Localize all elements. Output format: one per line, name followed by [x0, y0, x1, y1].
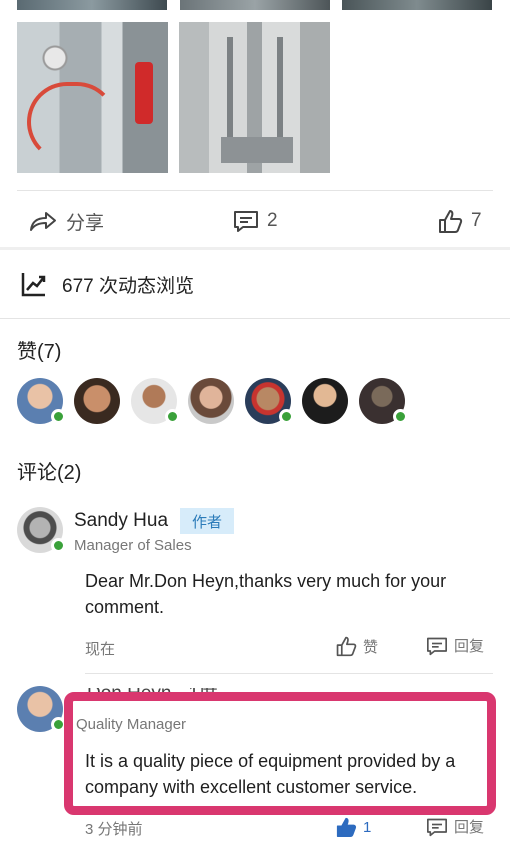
comment-reply-button[interactable]: 回复	[426, 816, 484, 837]
comment-like-button[interactable]: 赞	[335, 635, 378, 657]
author-badge: 作者	[180, 508, 234, 534]
comments-header: 评论(2)	[17, 462, 82, 484]
online-indicator	[393, 409, 408, 424]
like-count: 7	[471, 210, 482, 231]
machine-base	[221, 137, 293, 163]
comment-text: Dear Mr.Don Heyn,thanks very much for yo…	[85, 568, 446, 620]
likes-header: 赞(7)	[17, 341, 62, 363]
avatar[interactable]	[188, 378, 234, 424]
online-indicator	[279, 409, 294, 424]
comment-button[interactable]: 2	[233, 206, 278, 236]
highlight-box	[64, 692, 496, 815]
section-divider	[0, 247, 510, 250]
share-label: 分享	[66, 212, 105, 234]
divider	[85, 673, 493, 674]
comment-reply-label: 回复	[454, 638, 485, 655]
machine-rod-right	[277, 37, 283, 142]
machine-rod-left	[227, 37, 233, 142]
online-indicator	[51, 538, 66, 553]
comment-reply-button[interactable]: 回复	[426, 635, 484, 656]
avatar[interactable]	[302, 378, 348, 424]
views-text: 677 次动态浏览	[62, 275, 194, 297]
comment-text-line: comment.	[85, 597, 165, 617]
like-button[interactable]: 7	[437, 206, 482, 236]
comment-time: 现在	[85, 641, 116, 658]
reply-icon	[427, 818, 447, 836]
comment-text-line: Dear Mr.Don Heyn,thanks very much for yo…	[85, 571, 447, 591]
post-image-machine-side[interactable]	[17, 22, 168, 173]
comment-like-button[interactable]: 1	[335, 816, 371, 838]
analytics-icon	[21, 273, 46, 297]
avatar[interactable]	[74, 378, 120, 424]
machine-red-handle	[135, 62, 153, 124]
commenter-avatar[interactable]	[17, 507, 66, 553]
views-row[interactable]: 677 次动态浏览	[20, 270, 194, 298]
comment-like-count: 1	[363, 818, 372, 836]
commenter-avatar[interactable]	[17, 686, 66, 732]
likers-list	[17, 378, 408, 424]
share-button[interactable]: 分享	[28, 206, 104, 236]
divider	[0, 318, 510, 319]
commenter-title: Manager of Sales	[74, 537, 192, 554]
comment-reply-label: 回复	[454, 819, 485, 836]
comment-count: 2	[267, 210, 278, 231]
post-image-machine-front[interactable]	[179, 22, 330, 173]
comment-like-label: 赞	[363, 638, 379, 656]
commenter-name[interactable]: Sandy Hua	[74, 510, 168, 532]
thumbs-up-icon	[336, 636, 357, 657]
online-indicator	[51, 409, 66, 424]
thumbs-up-icon	[439, 210, 463, 233]
post-image-top-2[interactable]	[180, 0, 330, 10]
comment-time: 3 分钟前	[85, 821, 143, 838]
share-icon	[30, 212, 56, 231]
post-image-top-1[interactable]	[17, 0, 167, 10]
machine-hose	[27, 82, 117, 162]
comment-icon	[234, 211, 258, 232]
divider	[17, 190, 493, 191]
post-image-top-3[interactable]	[342, 0, 492, 10]
avatar[interactable]	[17, 378, 66, 424]
avatar[interactable]	[245, 378, 294, 424]
online-indicator	[165, 409, 180, 424]
thumbs-up-filled-icon	[336, 817, 357, 837]
reply-icon	[427, 637, 447, 655]
avatar[interactable]	[359, 378, 408, 424]
avatar[interactable]	[131, 378, 180, 424]
